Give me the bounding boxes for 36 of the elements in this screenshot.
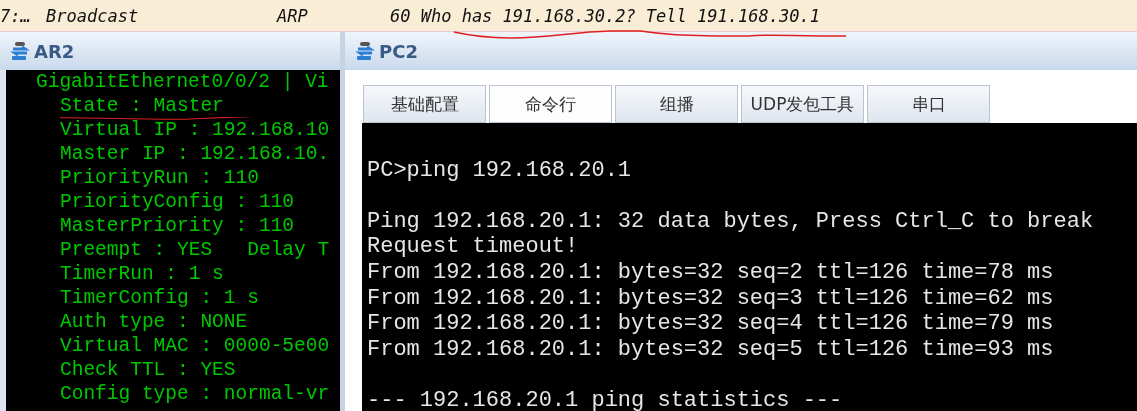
terminal-line: From 192.168.20.1: bytes=32 seq=5 ttl=126 time=93 ms xyxy=(367,336,1055,363)
terminal-line: TimerConfig : 1 s xyxy=(59,288,259,309)
terminal-line: Ping 192.168.20.1: 32 data bytes, Press Ctrl_C to break xyxy=(367,208,1095,235)
terminal-line: GigabitEthernet0/0/2 | Vi xyxy=(35,72,329,93)
terminal-line: State : Master xyxy=(59,96,224,117)
terminal-line: PC>ping 192.168.20.1 xyxy=(367,157,633,184)
terminal-line: From 192.168.20.1: bytes=32 seq=3 ttl=126 time=62 ms xyxy=(367,285,1055,312)
device-icon xyxy=(10,40,30,62)
terminal-line: PriorityConfig : 110 xyxy=(59,192,295,213)
terminal-line: Request timeout! xyxy=(367,234,580,260)
device-icon xyxy=(355,40,375,62)
packet-cell-text: 60 Who has 191.168.30.2? Tell 191.168.30.1 xyxy=(390,5,821,26)
tab[interactable]: 组播 xyxy=(615,85,738,123)
terminal-line: From 192.168.20.1: bytes=32 seq=2 ttl=126 time=78 ms xyxy=(367,259,1055,286)
terminal-line: --- 192.168.20.1 ping statistics --- xyxy=(367,387,844,411)
tab[interactable]: 命令行 xyxy=(489,85,612,123)
terminal-line: Config type : normal-vr xyxy=(59,384,330,405)
packet-cell-text: 7:… xyxy=(0,5,32,26)
terminal-line: Check TTL : YES xyxy=(59,360,236,381)
terminal-line: TimerRun : 1 s xyxy=(59,264,224,285)
packet-cell-text: Broadcast xyxy=(46,5,140,26)
terminal-line: Preempt : YES Delay T xyxy=(59,240,330,261)
terminal-line: PriorityRun : 110 xyxy=(59,168,259,189)
packet-row[interactable]: 7:… Broadcast ARP 60 Who has 191.168.30.2? Tell 191.168.30.1 xyxy=(0,0,1137,32)
window-title: AR2 xyxy=(34,40,75,62)
tab[interactable]: UDP发包工具 xyxy=(741,85,864,123)
terminal-line: Master IP : 192.168.10. xyxy=(59,144,330,165)
window-title: PC2 xyxy=(379,40,418,62)
terminal-line: From 192.168.20.1: bytes=32 seq=4 ttl=126 time=79 ms xyxy=(367,311,1055,337)
terminal-line: MasterPriority : 110 xyxy=(59,216,295,237)
tab[interactable]: 串口 xyxy=(867,85,990,123)
tab[interactable]: 基础配置 xyxy=(363,85,486,123)
terminal-line: Virtual MAC : 0000-5e00 xyxy=(59,336,330,357)
terminal-line: Auth type : NONE xyxy=(59,312,248,333)
terminal-line: Virtual IP : 192.168.10 xyxy=(59,120,330,141)
packet-cell-text: ARP xyxy=(277,5,309,26)
